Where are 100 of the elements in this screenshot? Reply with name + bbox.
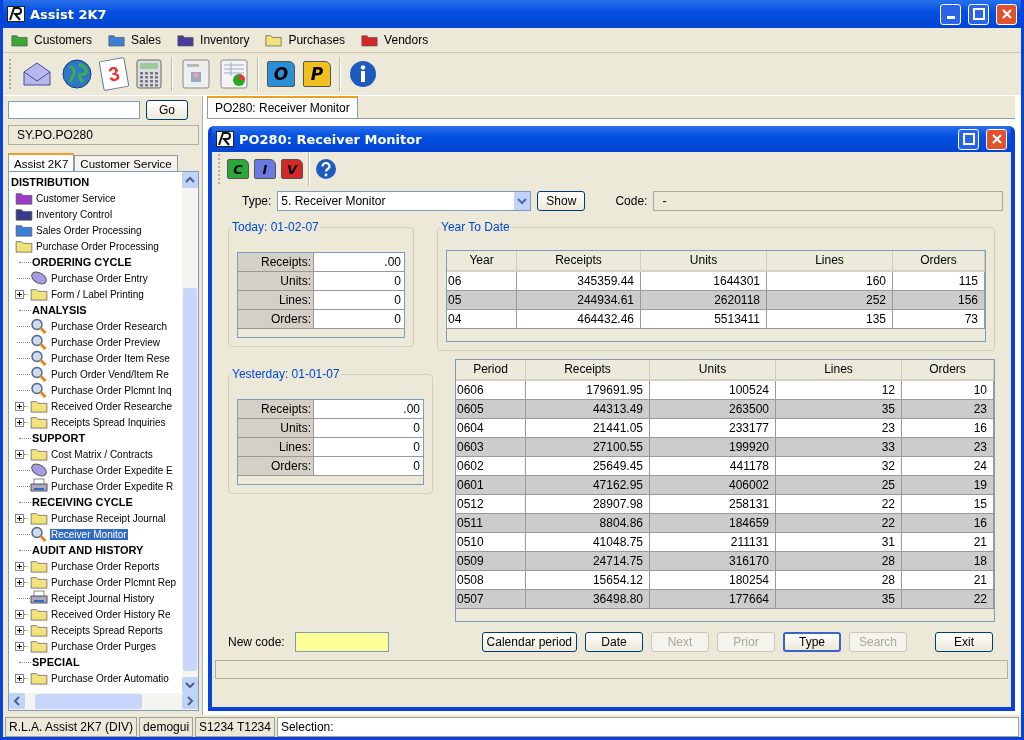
expand-icon[interactable] xyxy=(15,625,24,635)
folder-icon[interactable]: O xyxy=(267,61,295,87)
search-icon xyxy=(30,318,48,334)
action-button[interactable]: Date xyxy=(585,632,643,652)
tree-item[interactable]: Received Order Researche xyxy=(50,400,174,412)
scrollbar-thumb[interactable] xyxy=(183,288,197,671)
table-cell: 24 xyxy=(902,457,994,475)
table-cell: 23 xyxy=(902,438,994,456)
action-button[interactable]: Calendar period xyxy=(481,632,577,652)
globe-icon[interactable] xyxy=(61,58,93,90)
column-header[interactable]: Units xyxy=(650,360,776,379)
folder-icon[interactable]: I xyxy=(254,159,276,179)
column-header[interactable]: Receipts xyxy=(517,251,641,270)
tree-item[interactable]: Customer Service xyxy=(35,192,117,204)
folder-icon[interactable]: V xyxy=(281,159,303,179)
go-button[interactable]: Go xyxy=(146,100,188,120)
table-cell: 33 xyxy=(776,438,902,456)
action-button[interactable]: Type xyxy=(783,632,841,652)
tree-item[interactable]: Receipt Journal History xyxy=(50,592,156,604)
tree-item[interactable]: Form / Label Printing xyxy=(50,288,145,300)
new-code-field[interactable] xyxy=(294,632,389,652)
tree-item[interactable]: Receipts Spread Reports xyxy=(50,624,164,636)
expand-icon[interactable] xyxy=(15,561,24,571)
info-icon[interactable] xyxy=(349,60,377,88)
maximize-button[interactable] xyxy=(958,128,979,150)
tree-item[interactable]: Purchase Order Expedite R xyxy=(50,480,175,492)
tree-item[interactable]: Purchase Order Item Rese xyxy=(50,352,171,364)
show-button[interactable]: Show xyxy=(537,191,586,211)
chevron-down-icon xyxy=(514,192,531,210)
expand-icon[interactable] xyxy=(15,401,24,411)
close-button[interactable] xyxy=(986,128,1007,150)
scrollbar-thumb[interactable] xyxy=(35,694,142,709)
table-cell: 10 xyxy=(902,381,994,399)
expand-icon[interactable] xyxy=(15,513,24,523)
printer-icon xyxy=(30,590,48,606)
folder-icon[interactable]: C xyxy=(227,159,249,179)
expand-icon[interactable] xyxy=(15,641,24,651)
horizontal-scrollbar[interactable] xyxy=(9,693,198,710)
tree-item[interactable]: Purchase Order Plcmnt Rep xyxy=(50,576,178,588)
stat-label: Units: xyxy=(238,272,314,290)
column-header[interactable]: Receipts xyxy=(526,360,650,379)
search-field[interactable] xyxy=(8,101,140,119)
tree-item[interactable]: Inventory Control xyxy=(35,208,114,220)
expand-icon[interactable] xyxy=(15,449,24,459)
menu-item[interactable]: Sales xyxy=(131,33,162,47)
tree-item[interactable]: Purchase Order Preview xyxy=(50,336,161,348)
tree-item[interactable]: Purchase Order Reports xyxy=(50,560,161,572)
tree-item[interactable]: Receiver Monitor xyxy=(50,528,128,540)
column-header[interactable]: Period xyxy=(456,360,526,379)
column-header[interactable]: Lines xyxy=(767,251,893,270)
expand-icon[interactable] xyxy=(15,417,24,427)
folder-icon[interactable]: P xyxy=(303,61,331,87)
tree-item[interactable]: Cost Matrix / Contracts xyxy=(50,448,154,460)
tree-item[interactable]: Purchase Order Purges xyxy=(50,640,158,652)
tree-item[interactable]: Purchase Receipt Journal xyxy=(50,512,167,524)
tab[interactable]: Assist 2K7 xyxy=(8,153,75,172)
column-header[interactable]: Orders xyxy=(902,360,994,379)
menu-item[interactable]: Vendors xyxy=(384,33,429,47)
table-cell: 184659 xyxy=(650,514,776,532)
expand-icon[interactable] xyxy=(15,673,24,683)
column-header[interactable]: Orders xyxy=(893,251,985,270)
menu-item[interactable]: Inventory xyxy=(200,33,250,47)
table-cell: 0507 xyxy=(456,590,526,608)
calculator-icon[interactable] xyxy=(135,58,163,90)
tree-item[interactable]: Purchase Order Research xyxy=(50,320,169,332)
column-header[interactable]: Year xyxy=(447,251,517,270)
column-header[interactable]: Lines xyxy=(776,360,902,379)
expand-icon[interactable] xyxy=(15,577,24,587)
minimize-button[interactable] xyxy=(940,3,961,25)
table-cell: 05 xyxy=(447,291,517,309)
type-dropdown[interactable]: 5. Receiver Monitor xyxy=(277,191,532,211)
tree-item[interactable]: Sales Order Processing xyxy=(35,224,143,236)
tree-item[interactable]: Purch Order Vend/Item Re xyxy=(50,368,170,380)
spreadsheet-chart-icon[interactable] xyxy=(219,58,249,90)
column-header[interactable]: Units xyxy=(641,251,767,270)
vertical-scrollbar[interactable] xyxy=(182,172,198,693)
tree-item[interactable]: Received Order History Re xyxy=(50,608,172,620)
maximize-button[interactable] xyxy=(968,3,989,25)
tree-item[interactable]: Purchase Order Expedite E xyxy=(50,464,174,476)
status-text: R.L.A. Assist 2K7 (DIV) xyxy=(5,717,138,737)
menu-item[interactable]: Customers xyxy=(34,33,92,47)
help-icon[interactable] xyxy=(315,158,337,180)
document-tab[interactable]: PO280: Receiver Monitor xyxy=(207,96,358,118)
tree-item[interactable]: Purchase Order Processing xyxy=(35,240,160,252)
close-button[interactable] xyxy=(996,3,1017,25)
scroll-left-icon[interactable] xyxy=(9,693,25,709)
tree-item[interactable]: Receipts Spread Inquiries xyxy=(50,416,167,428)
action-button[interactable]: Exit xyxy=(935,632,993,652)
menu-item[interactable]: Purchases xyxy=(288,33,346,47)
tree-item[interactable]: Purchase Order Automatio xyxy=(50,672,170,684)
table-cell: 180254 xyxy=(650,571,776,589)
expand-icon[interactable] xyxy=(15,289,24,299)
scroll-down-icon[interactable] xyxy=(182,677,198,693)
calendar-icon[interactable]: 3 xyxy=(98,56,130,92)
scroll-up-icon[interactable] xyxy=(182,172,198,188)
tree-item[interactable]: Purchase Order Entry xyxy=(50,272,149,284)
expand-icon[interactable] xyxy=(15,609,24,619)
tree-item[interactable]: Purchase Order Plcmnt Inq xyxy=(50,384,173,396)
search-icon xyxy=(30,526,48,542)
scroll-right-icon[interactable] xyxy=(182,693,198,709)
